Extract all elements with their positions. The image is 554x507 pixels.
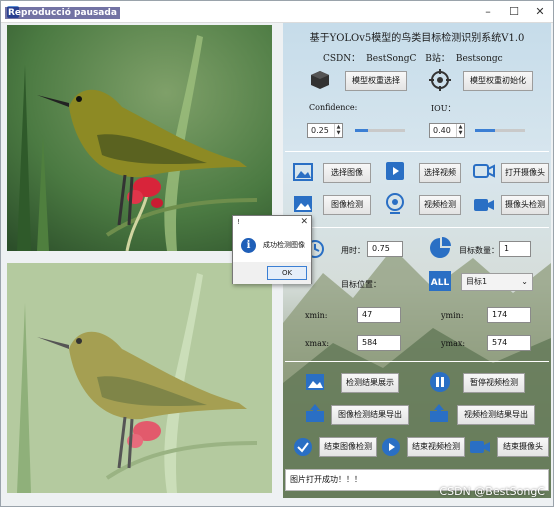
end-video-icon <box>382 438 400 456</box>
title-bar: Reproducció pausada – ☐ ✕ <box>1 1 553 23</box>
message-dialog: ! ✕ i 成功检测图像 OK <box>232 215 312 284</box>
mountain-background <box>283 248 551 498</box>
iou-spinbox[interactable]: 0.40 ▲ ▼ <box>429 123 465 138</box>
ymax-field: 574 <box>487 335 531 351</box>
end-image-button[interactable]: 结束图像检测 <box>319 437 377 457</box>
divider <box>285 361 549 362</box>
target-icon <box>429 69 451 91</box>
image-icon <box>293 163 313 181</box>
result-display-icon <box>306 374 324 390</box>
end-camera-icon <box>470 441 490 453</box>
export-image-button[interactable]: 图像检测结果导出 <box>331 405 409 425</box>
position-label: 目标位置： <box>341 280 381 289</box>
open-camera-button[interactable]: 打开摄像头 <box>501 163 549 183</box>
info-icon: i <box>241 238 256 253</box>
ymin-field: 174 <box>487 307 531 323</box>
time-label: 用时： <box>341 246 365 255</box>
video-detect-button[interactable]: 视频检测 <box>419 195 461 215</box>
close-button[interactable]: ✕ <box>527 1 553 23</box>
dialog-body: i 成功检测图像 <box>233 229 311 263</box>
dialog-footer: OK <box>233 262 311 284</box>
camera-detect-button[interactable]: 摄像头检测 <box>501 195 549 215</box>
count-label: 目标数量： <box>459 246 499 255</box>
divider <box>285 227 549 228</box>
author-line: CSDN： BestSongC B站： Bestsongc <box>323 51 509 64</box>
export-video-icon <box>430 404 448 422</box>
pause-icon <box>430 372 450 392</box>
app-title: 基于YOLOv5模型的鸟类目标检测识别系统V1.0 <box>309 33 525 44</box>
end-video-button[interactable]: 结束视频检测 <box>407 437 465 457</box>
xmin-field: 47 <box>357 307 401 323</box>
iou-label: IOU： <box>431 104 456 113</box>
xmax-field: 584 <box>357 335 401 351</box>
dialog-close-icon[interactable]: ✕ <box>300 216 308 229</box>
result-image-panel <box>7 263 272 493</box>
bili-value: Bestsongc <box>455 54 503 64</box>
camera-outline-icon <box>473 164 495 178</box>
xmin-label: xmin: <box>305 311 328 320</box>
svg-text:ALL: ALL <box>431 278 450 288</box>
end-image-icon <box>294 438 312 456</box>
chevron-down-icon: ⌄ <box>521 277 528 286</box>
pie-chart-icon <box>430 237 451 258</box>
target-select-dropdown[interactable]: 目标1 ⌄ <box>461 273 533 291</box>
xmax-label: xmax: <box>305 339 330 348</box>
time-field: 0.75 <box>367 241 403 257</box>
video-file-icon <box>386 162 404 180</box>
bird-photo-result <box>7 263 272 493</box>
export-image-icon <box>306 404 324 422</box>
csdn-value: BestSongC <box>366 54 417 64</box>
bili-label: B站： <box>425 54 450 64</box>
ymin-label: ymin: <box>441 311 464 320</box>
all-icon: ALL <box>429 271 451 291</box>
model-select-button[interactable]: 模型权重选择 <box>345 71 407 91</box>
show-result-button[interactable]: 检测结果展示 <box>341 373 399 393</box>
dialog-ok-button[interactable]: OK <box>267 266 307 280</box>
watermark: CSDN @BestSongC <box>439 485 545 498</box>
playback-overlay-label: Reproducció pausada <box>5 7 120 19</box>
select-video-button[interactable]: 选择视频 <box>419 163 461 183</box>
spin-arrows-icon[interactable]: ▲ ▼ <box>456 124 464 137</box>
dialog-title: ! <box>237 218 240 226</box>
iou-slider[interactable] <box>475 129 525 132</box>
spin-arrows-icon[interactable]: ▲ ▼ <box>334 124 342 137</box>
image-detect-button[interactable]: 图像检测 <box>323 195 371 215</box>
confidence-spinbox[interactable]: 0.25 ▲ ▼ <box>307 123 343 138</box>
model-init-button[interactable]: 模型权重初始化 <box>463 71 533 91</box>
control-panel: 基于YOLOv5模型的鸟类目标检测识别系统V1.0 CSDN： BestSongC… <box>283 23 551 498</box>
minimize-button[interactable]: – <box>475 1 501 23</box>
image-detect-icon <box>294 196 312 212</box>
select-image-button[interactable]: 选择图像 <box>323 163 371 183</box>
export-video-button[interactable]: 视频检测结果导出 <box>457 405 535 425</box>
dialog-message: 成功检测图像 <box>263 241 305 249</box>
confidence-label: Confidence: <box>309 103 358 112</box>
camera-filled-icon <box>474 199 494 211</box>
csdn-label: CSDN： <box>323 54 361 64</box>
ymax-label: ymax: <box>441 339 466 348</box>
confidence-slider[interactable] <box>355 129 405 132</box>
pause-video-button[interactable]: 暂停视频检测 <box>463 373 525 393</box>
cube-icon <box>311 71 329 89</box>
count-field: 1 <box>499 241 531 257</box>
maximize-button[interactable]: ☐ <box>501 1 527 23</box>
webcam-icon <box>386 193 404 214</box>
end-camera-button[interactable]: 结束摄像头 <box>497 437 549 457</box>
app-window: Reproducció pausada – ☐ ✕ 基于YOLOv5模型的鸟类目… <box>0 0 554 507</box>
divider <box>285 151 549 152</box>
